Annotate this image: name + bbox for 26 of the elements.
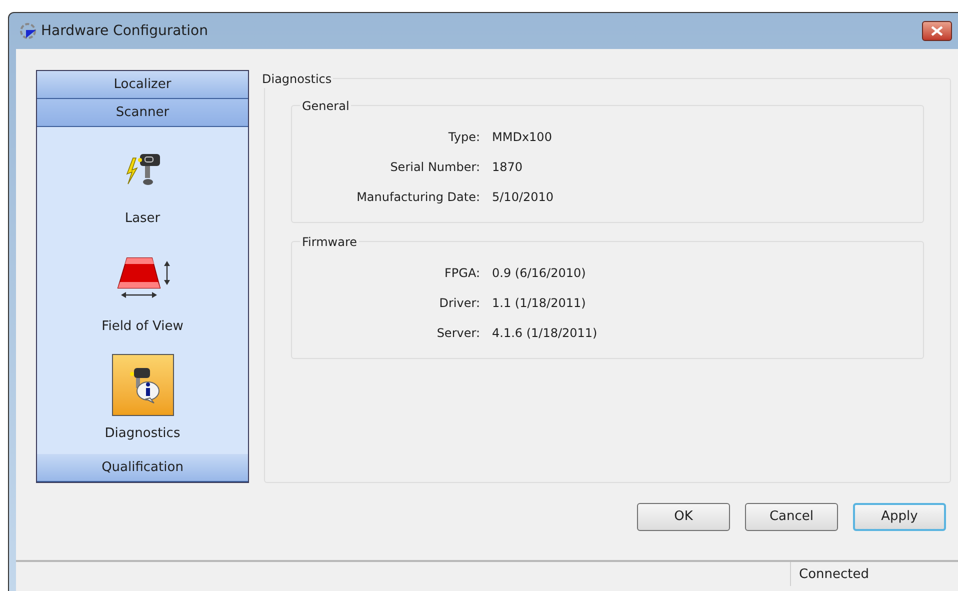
field-value: 1870 [492, 159, 523, 176]
section-header[interactable]: Scanner [37, 99, 248, 127]
dialog-button[interactable]: Cancel [745, 503, 838, 531]
close-button[interactable] [922, 21, 952, 41]
dialog-button[interactable]: OK [637, 503, 730, 531]
field-label: Serial Number: [389, 159, 481, 176]
nav-item[interactable]: Laser [112, 127, 174, 234]
field-label: FPGA: [444, 265, 481, 282]
section-header[interactable]: Localizer [37, 71, 248, 99]
field-value: 5/10/2010 [492, 189, 554, 206]
field-label: Manufacturing Date: [356, 189, 481, 206]
close-icon [931, 26, 943, 36]
field-value: MMDx100 [492, 129, 552, 146]
field-value: 1.1 (1/18/2011) [492, 295, 586, 312]
section-header[interactable]: Qualification [37, 454, 248, 482]
nav-item[interactable]: Diagnostics [104, 342, 180, 450]
dialog-button[interactable]: Apply [853, 503, 946, 531]
field-label: Type: [447, 129, 481, 146]
field-label: Driver: [438, 295, 481, 312]
app-logo-icon [19, 22, 37, 40]
field-value: 4.1.6 (1/18/2011) [492, 325, 598, 342]
window-title: Hardware Configuration [41, 22, 208, 40]
field-label: Server: [436, 325, 481, 342]
field-value: 0.9 (6/16/2010) [492, 265, 586, 282]
status-text: Connected [790, 562, 940, 586]
nav-item[interactable]: Field of View [102, 234, 184, 342]
